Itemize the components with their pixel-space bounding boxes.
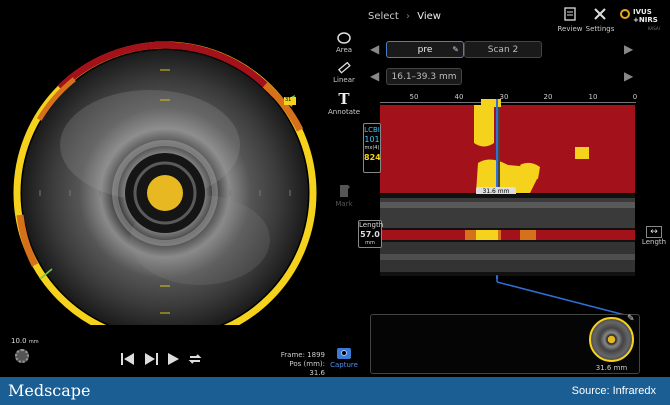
text-icon: T (338, 90, 350, 108)
linear-tool[interactable]: Linear (328, 62, 360, 84)
ring-tag: 31 (285, 97, 292, 103)
axis-tick: 10 (588, 93, 598, 101)
prev-range-arrow[interactable]: ◀ (370, 69, 379, 83)
cursor-handle[interactable] (481, 99, 501, 107)
area-icon (337, 32, 351, 44)
source-credit: Source: Infraredx (571, 385, 656, 397)
step-forward-icon[interactable] (143, 352, 159, 366)
longitudinal-view[interactable] (380, 194, 635, 276)
annotate-tool[interactable]: T Annotate (328, 90, 360, 117)
step-back-icon[interactable] (120, 352, 136, 366)
breadcrumb-view: View (417, 11, 441, 22)
medscape-logo: Medscape (8, 381, 91, 400)
tools-icon (594, 8, 606, 20)
settings-button[interactable]: Settings (585, 6, 615, 33)
review-icon (564, 7, 576, 21)
playback-controls (120, 352, 203, 366)
axis-tick: 50 (409, 93, 419, 101)
area-tool[interactable]: Area (328, 32, 360, 54)
catheter (147, 175, 183, 211)
mark-tool[interactable]: Mark (328, 184, 360, 208)
ruler-icon (337, 62, 351, 74)
prev-scan-arrow[interactable]: ◀ (370, 42, 379, 56)
play-icon[interactable] (166, 352, 180, 366)
scan-pre-button[interactable]: pre ✎ (386, 41, 464, 58)
next-range-arrow[interactable]: ▶ (624, 69, 633, 83)
chemogram[interactable] (380, 105, 635, 193)
length-tool[interactable]: ↔ Length (639, 226, 669, 246)
gear-icon[interactable] (15, 349, 29, 363)
range-field[interactable]: 16.1–39.3 mm (386, 68, 462, 85)
next-scan-arrow[interactable]: ▶ (624, 42, 633, 56)
camera-icon (337, 348, 351, 359)
breadcrumb-select[interactable]: Select (368, 11, 399, 22)
scale-value: 10.0 mm (11, 337, 39, 345)
capture-button[interactable]: Capture (330, 348, 358, 369)
flag-icon (340, 185, 350, 197)
thumbnail-label: 31.6 mm (595, 364, 628, 372)
frame-info: Frame: 1899 Pos (mm): 31.6 (280, 351, 325, 377)
footer-bar: Medscape Source: Infraredx (0, 377, 670, 405)
length-box: Length 57.0 mm (358, 220, 384, 248)
expand-horizontal-icon: ↔ (646, 226, 662, 238)
axis-tick: 20 (543, 93, 553, 101)
scan-2-button[interactable]: Scan 2 (464, 41, 542, 58)
axis-tick: 40 (454, 93, 464, 101)
lcbi-box: LCBI 101 mx(4) 824 (363, 123, 381, 173)
axis-line (380, 102, 636, 103)
breadcrumb: Select › View (368, 11, 441, 22)
review-button[interactable]: Review (557, 6, 583, 33)
pencil-icon[interactable]: ✎ (452, 45, 459, 54)
axis-tick: 0 (632, 93, 638, 101)
thumbnail-edit-icon[interactable]: ✎ (627, 314, 635, 324)
loop-icon[interactable] (187, 352, 203, 366)
ivus-cross-section[interactable] (0, 25, 330, 325)
